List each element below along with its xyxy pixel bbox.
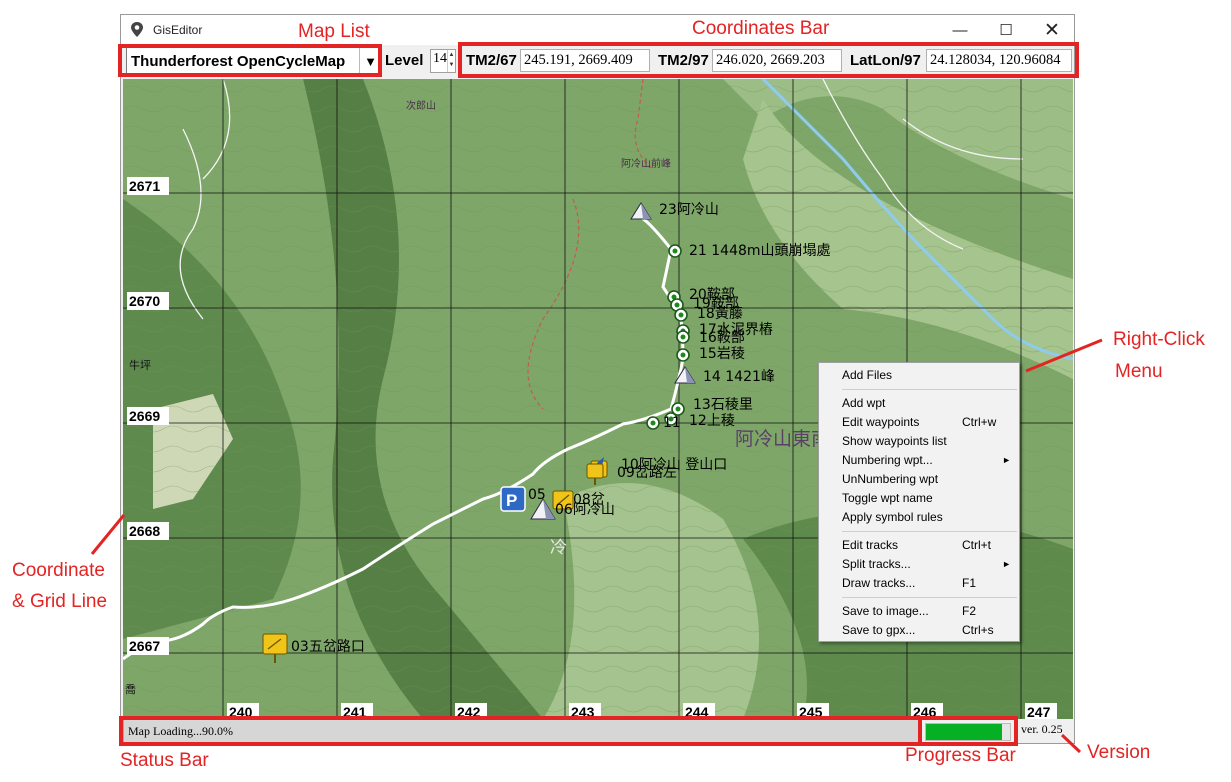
grid-x-label: 247 [1027, 704, 1051, 719]
menu-item[interactable]: Split tracks... ► [819, 555, 1019, 574]
menu-item[interactable]: Save to image... F2 [819, 602, 1019, 621]
menu-item-label: Split tracks... [842, 557, 911, 571]
menu-item-label: Edit waypoints [842, 415, 920, 429]
title-bar[interactable]: GisEditor — ☐ ✕ [121, 15, 1074, 45]
menu-item[interactable]: Save to gpx... Ctrl+s [819, 621, 1019, 640]
highlight-map-list [118, 44, 382, 77]
waypoint-label: 18黃藤 [697, 306, 743, 322]
waypoint-label: 16鞍部 [699, 330, 745, 346]
window-title: GisEditor [153, 23, 203, 37]
place-label-cilang: 次郎山 [406, 99, 436, 112]
waypoint-label: 03五岔路口 [291, 639, 365, 655]
waypoint-label: 23阿冷山 [659, 202, 719, 218]
grid-y-label: 2669 [129, 408, 160, 424]
level-spinbox[interactable]: 14 ▲ ▼ [430, 49, 456, 73]
waypoint-label: 06阿冷山 [555, 502, 615, 518]
menu-item[interactable]: Numbering wpt... ► [819, 451, 1019, 470]
annotation-right-click-1: Right-Click [1113, 329, 1205, 350]
menu-item-label: Add wpt [842, 396, 886, 410]
grid-y-label: 2671 [129, 178, 160, 194]
screenshot-stage: GisEditor — ☐ ✕ Thunderforest OpenCycleM… [0, 0, 1231, 782]
spin-arrows-icon[interactable]: ▲ ▼ [447, 50, 455, 72]
place-label-niuping: 牛坪 [129, 358, 151, 372]
menu-item-shortcut: F1 [962, 576, 977, 590]
menu-item[interactable]: Edit waypoints Ctrl+w [819, 413, 1019, 432]
grid-y-label: 2670 [129, 293, 160, 309]
level-value: 14 [433, 51, 447, 66]
menu-item-label: Apply symbol rules [842, 510, 943, 524]
menu-item-shortcut: Ctrl+s [962, 623, 994, 637]
version-label: ver. 0.25 [1021, 722, 1063, 736]
menu-item-label: Add Files [842, 368, 893, 382]
place-label-qiao: 喬 [125, 682, 136, 696]
waypoint-label: 11 [663, 415, 681, 431]
menu-item[interactable]: UnNumbering wpt [819, 470, 1019, 489]
highlight-progress-bar [918, 716, 1018, 746]
annotation-progress-bar: Progress Bar [905, 745, 1016, 766]
annotation-coordinate-1: Coordinate [12, 560, 105, 581]
place-label-qianfeng: 阿冷山前峰 [621, 157, 671, 170]
menu-item-label: Save to gpx... [842, 623, 916, 637]
waypoint-label: 21 1448m山頭崩塌處 [689, 243, 831, 259]
waypoint-label: 15岩稜 [699, 346, 745, 362]
maximize-button[interactable]: ☐ [983, 15, 1029, 45]
annotation-coordinate-2: & Grid Line [12, 591, 108, 612]
close-button[interactable]: ✕ [1029, 15, 1075, 45]
menu-item-label: Edit tracks [842, 538, 899, 552]
waypoint-label: 12上稜 [689, 413, 735, 429]
annotation-status-bar: Status Bar [120, 750, 209, 771]
menu-item[interactable]: Show waypoints list [819, 432, 1019, 451]
grid-y-label: 2668 [129, 523, 160, 539]
grid-y-label: 2667 [129, 638, 160, 654]
waypoint-label: 05 [528, 487, 546, 503]
waypoint[interactable]: 21 1448m山頭崩塌處 [668, 243, 831, 259]
waypoint-label: 09岔路左 [617, 465, 677, 481]
waypoint-label: 14 1421峰 [703, 369, 775, 385]
waypoint-label: 13石稜里 [693, 397, 753, 413]
menu-item[interactable]: Edit tracks Ctrl+t [819, 536, 1019, 555]
menu-item[interactable]: Draw tracks... F1 [819, 574, 1019, 593]
menu-item-label: Numbering wpt... [842, 453, 933, 467]
menu-item-label: Toggle wpt name [842, 491, 933, 505]
menu-item-shortcut: F2 [962, 604, 977, 618]
menu-item[interactable]: Apply symbol rules [819, 508, 1019, 527]
right-click-menu: Add Files Add wpt Edit waypoints Ctrl+w Show… [818, 362, 1020, 642]
menu-item-label: Show waypoints list [842, 434, 947, 448]
menu-item-label: Draw tracks... [842, 576, 916, 590]
menu-separator [842, 597, 1017, 598]
waypoint[interactable]: 11 [646, 415, 681, 431]
menu-item-shortcut: Ctrl+t [962, 538, 992, 552]
submenu-arrow-icon: ► [1002, 559, 1011, 569]
level-label: Level [385, 52, 424, 69]
annotation-coordinates-bar: Coordinates Bar [692, 18, 830, 39]
menu-item-label: Save to image... [842, 604, 929, 618]
menu-separator [842, 389, 1017, 390]
submenu-arrow-icon: ► [1002, 455, 1011, 465]
minimize-button[interactable]: — [937, 15, 983, 45]
annotation-version: Version [1087, 742, 1151, 763]
map-pin-icon [131, 22, 143, 37]
annotation-right-click-2: Menu [1115, 361, 1163, 382]
highlight-coordinates-bar [458, 42, 1079, 78]
menu-separator [842, 531, 1017, 532]
menu-item[interactable]: Add Files [819, 366, 1019, 385]
menu-item[interactable]: Toggle wpt name [819, 489, 1019, 508]
highlight-status-bar [119, 716, 922, 746]
svg-text:P: P [506, 491, 517, 510]
menu-item-shortcut: Ctrl+w [962, 415, 997, 429]
annotation-map-list: Map List [298, 21, 370, 42]
menu-item-label: UnNumbering wpt [842, 472, 939, 486]
menu-item[interactable]: Add wpt [819, 394, 1019, 413]
place-label-leng: 冷 [550, 538, 567, 558]
